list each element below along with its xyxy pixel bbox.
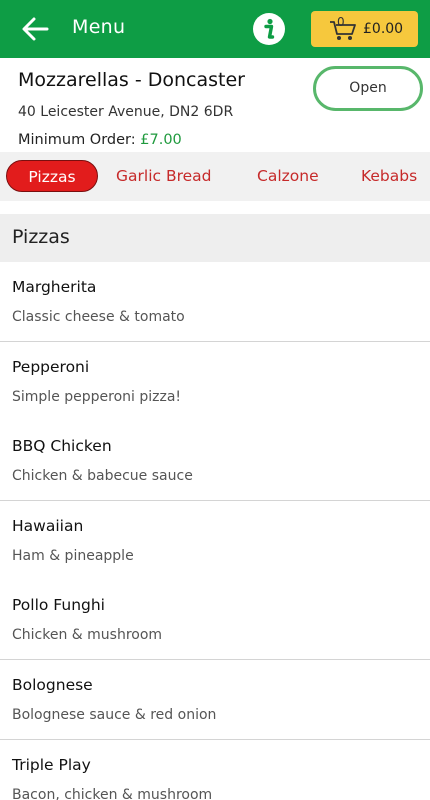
- menu-item-name: Bolognese: [12, 676, 93, 694]
- menu-item[interactable]: BBQ Chicken Chicken & babecue sauce: [0, 421, 430, 501]
- menu-item-name: Hawaiian: [12, 517, 84, 535]
- cart-total: £0.00: [363, 21, 404, 37]
- open-status-button[interactable]: Open: [313, 66, 423, 111]
- menu-item[interactable]: Margherita Classic cheese & tomato: [0, 262, 430, 342]
- page-title: Menu: [72, 16, 126, 38]
- shop-address: 40 Leicester Avenue, DN2 6DR: [18, 104, 234, 120]
- shop-header: Mozzarellas - Doncaster 40 Leicester Ave…: [0, 58, 430, 152]
- menu-item[interactable]: Hawaiian Ham & pineapple: [0, 501, 430, 581]
- menu-item-name: Triple Play: [12, 756, 91, 774]
- minimum-order-value: £7.00: [140, 132, 182, 148]
- menu-item-name: Pollo Funghi: [12, 596, 105, 614]
- menu-item-name: BBQ Chicken: [12, 437, 112, 455]
- menu-item[interactable]: Triple Play Bacon, chicken & mushroom: [0, 740, 430, 800]
- menu-item-name: Margherita: [12, 278, 97, 296]
- info-button[interactable]: [252, 12, 286, 46]
- menu-item-description: Chicken & mushroom: [12, 627, 163, 643]
- menu-item[interactable]: Pollo Funghi Chicken & mushroom: [0, 580, 430, 660]
- back-button[interactable]: [20, 15, 50, 43]
- minimum-order: Minimum Order: £7.00: [18, 132, 182, 148]
- tab-kebabs[interactable]: Kebabs: [361, 160, 417, 192]
- menu-item-description: Chicken & babecue sauce: [12, 468, 193, 484]
- shop-name: Mozzarellas - Doncaster: [18, 69, 245, 91]
- menu-item-description: Ham & pineapple: [12, 548, 134, 564]
- menu-item-description: Bacon, chicken & mushroom: [12, 787, 213, 800]
- minimum-order-label: Minimum Order:: [18, 132, 136, 148]
- menu-item[interactable]: Pepperoni Simple pepperoni pizza!: [0, 342, 430, 422]
- section-header: Pizzas: [0, 214, 430, 262]
- menu-item[interactable]: Bolognese Bolognese sauce & red onion: [0, 660, 430, 740]
- tab-pizzas[interactable]: Pizzas: [6, 160, 98, 192]
- cart-button[interactable]: 0 £0.00: [311, 11, 418, 47]
- category-tabs: Pizzas Garlic Bread Calzone Kebabs: [0, 152, 430, 201]
- app-bar: Menu 0 £0.00: [0, 0, 430, 58]
- cart-count-badge: 0: [337, 15, 345, 29]
- tab-garlic-bread[interactable]: Garlic Bread: [116, 160, 211, 192]
- arrow-left-icon: [22, 17, 49, 41]
- menu-item-description: Classic cheese & tomato: [12, 309, 185, 325]
- section-title: Pizzas: [12, 226, 70, 248]
- tab-calzone[interactable]: Calzone: [257, 160, 319, 192]
- menu-item-description: Bolognese sauce & red onion: [12, 707, 217, 723]
- info-icon: [253, 13, 285, 45]
- menu-item-name: Pepperoni: [12, 358, 90, 376]
- menu-item-description: Simple pepperoni pizza!: [12, 389, 182, 405]
